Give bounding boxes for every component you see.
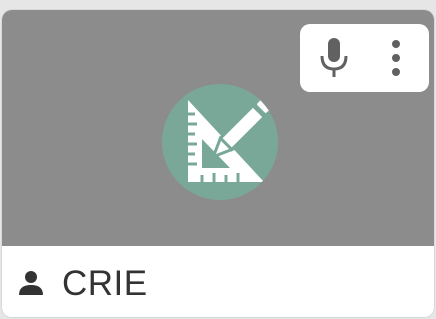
set-square-pencil-icon <box>188 96 274 182</box>
mic-button[interactable] <box>306 24 362 92</box>
microphone-icon <box>320 38 348 77</box>
video-area <box>2 10 434 246</box>
participant-name-bar: CRIE <box>2 246 434 317</box>
more-options-button[interactable] <box>368 24 424 92</box>
participant-controls <box>300 24 429 92</box>
participant-name: CRIE <box>62 264 148 303</box>
person-icon <box>19 271 43 295</box>
participant-avatar <box>162 84 278 200</box>
more-vert-icon <box>392 40 400 76</box>
participant-tile[interactable]: CRIE <box>2 10 434 317</box>
